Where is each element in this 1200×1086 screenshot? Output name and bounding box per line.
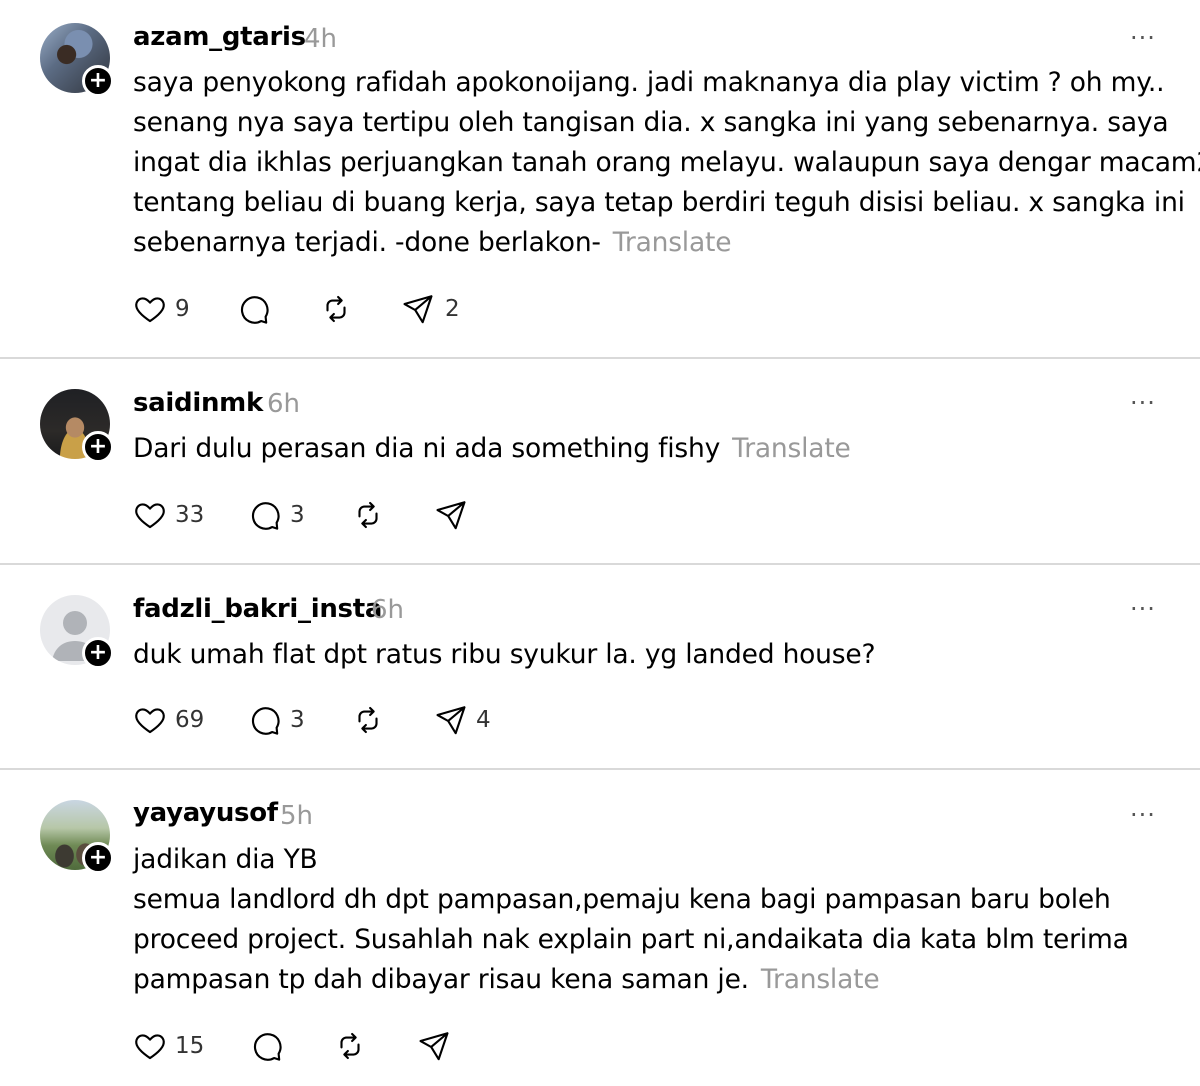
username[interactable]: saidinmk (133, 388, 263, 418)
divider (0, 563, 1200, 565)
heart-icon (135, 297, 165, 323)
repost-icon (358, 706, 378, 734)
comment-icon (240, 296, 269, 324)
translate-link[interactable]: Translate (761, 964, 880, 995)
share-button[interactable]: 4 (434, 703, 494, 739)
username[interactable]: azam_gtaris (133, 22, 306, 52)
share-button[interactable] (434, 498, 474, 534)
threads-reply-feed: + azam_gtaris 4h ··· saya penyokong rafi… (0, 0, 1200, 1086)
more-dots-icon[interactable]: ··· (1130, 595, 1156, 623)
like-count: 15 (175, 1033, 205, 1059)
like-count: 33 (175, 502, 205, 528)
send-icon (403, 295, 433, 324)
repost-button[interactable] (351, 498, 391, 534)
like-button[interactable]: 15 (133, 1029, 208, 1065)
send-icon (436, 501, 466, 530)
translate-link[interactable]: Translate (732, 433, 851, 464)
like-count: 69 (175, 707, 205, 733)
share-button[interactable] (417, 1029, 457, 1065)
repost-button[interactable] (319, 292, 359, 328)
more-dots-icon[interactable]: ··· (1130, 389, 1156, 417)
timestamp: 4h (304, 24, 338, 54)
text-line: ingat dia ikhlas perjuangkan tanah orang… (133, 147, 1200, 178)
repost-icon (358, 501, 378, 529)
text-line: pampasan tp dah dibayar risau kena saman… (133, 964, 880, 995)
comment-icon (251, 707, 280, 735)
share-button[interactable]: 2 (401, 292, 461, 328)
like-button[interactable]: 33 (133, 498, 208, 534)
username[interactable]: fadzli_bakri_insta (133, 594, 382, 624)
text-line: sebenarnya terjadi. -done berlakon- Trans… (133, 227, 732, 258)
reply-count: 3 (290, 707, 305, 733)
share-count: 4 (476, 707, 491, 733)
follow-plus-icon[interactable]: + (82, 431, 114, 463)
post-text: duk umah flat dpt ratus ribu syukur la. … (133, 635, 1173, 675)
text-line: Dari dulu perasan dia ni ada something f… (133, 433, 851, 464)
translate-link[interactable]: Translate (613, 227, 732, 258)
more-dots-icon[interactable]: ··· (1130, 24, 1156, 52)
share-count: 2 (445, 296, 460, 322)
like-count: 9 (175, 296, 190, 322)
repost-button[interactable] (333, 1029, 373, 1065)
heart-icon (135, 1034, 165, 1060)
send-icon (419, 1032, 449, 1061)
post-text: Dari dulu perasan dia ni ada something f… (133, 429, 1173, 469)
follow-plus-icon[interactable]: + (82, 842, 114, 874)
like-button[interactable]: 9 (133, 292, 193, 328)
text-line: duk umah flat dpt ratus ribu syukur la. … (133, 639, 876, 670)
divider (0, 357, 1200, 359)
follow-plus-icon[interactable]: + (82, 65, 114, 97)
heart-icon (135, 503, 165, 529)
post-text: jadikan dia YB semua landlord dh dpt pam… (133, 840, 1173, 1000)
comment-icon (251, 502, 280, 530)
timestamp: 6h (371, 595, 405, 625)
reply-button[interactable]: 3 (248, 703, 308, 739)
reply-button[interactable] (237, 292, 277, 328)
reply-button[interactable] (250, 1029, 290, 1065)
username[interactable]: yayayusof (133, 798, 278, 828)
text-line: proceed project. Susahlah nak explain pa… (133, 924, 1129, 955)
repost-button[interactable] (351, 703, 391, 739)
timestamp: 5h (280, 801, 314, 831)
heart-icon (135, 708, 165, 734)
text-line: jadikan dia YB (133, 844, 318, 875)
post-text: saya penyokong rafidah apokonoijang. jad… (133, 63, 1200, 263)
divider (0, 768, 1200, 770)
text-line: tentang beliau di buang kerja, saya teta… (133, 187, 1185, 218)
text-line: senang nya saya tertipu oleh tangisan di… (133, 107, 1169, 138)
repost-icon (326, 295, 346, 323)
reply-button[interactable]: 3 (248, 498, 308, 534)
text-line: saya penyokong rafidah apokonoijang. jad… (133, 67, 1165, 98)
timestamp: 6h (267, 389, 301, 419)
follow-plus-icon[interactable]: + (82, 637, 114, 669)
text-line: semua landlord dh dpt pampasan,pemaju ke… (133, 884, 1111, 915)
comment-icon (253, 1033, 282, 1061)
more-dots-icon[interactable]: ··· (1130, 801, 1156, 829)
reply-count: 3 (290, 502, 305, 528)
send-icon (436, 706, 466, 735)
like-button[interactable]: 69 (133, 703, 208, 739)
repost-icon (340, 1032, 360, 1060)
